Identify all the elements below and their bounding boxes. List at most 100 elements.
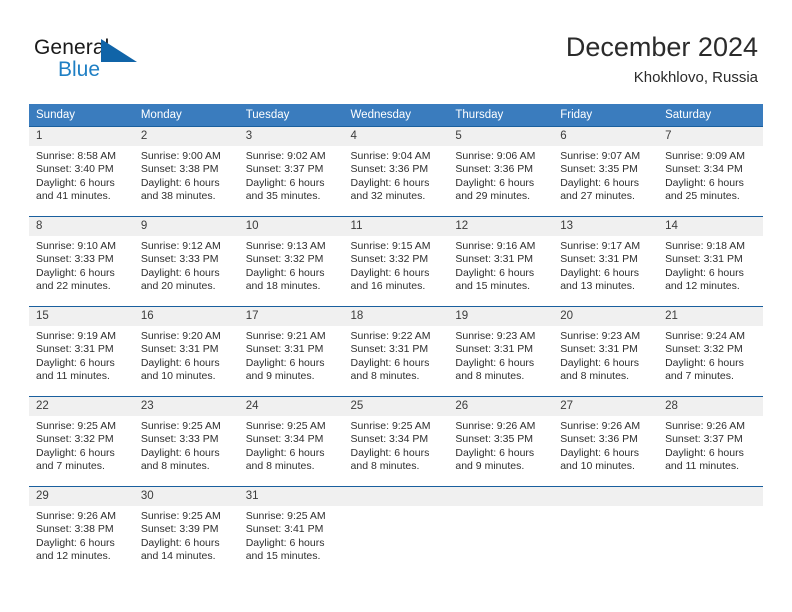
daylight-text-line2: and 15 minutes.	[245, 550, 321, 563]
calendar-day[interactable]: 3 Sunrise: 9:02 AM Sunset: 3:37 PM Daylight…	[238, 126, 344, 210]
daylight-text-line2: and 25 minutes.	[665, 190, 740, 203]
calendar-day[interactable]: 16 Sunrise: 9:20 AM Sunset: 3:31 PM Dayligh…	[133, 306, 239, 390]
sunset-text: Sunset: 3:31 PM	[455, 343, 534, 356]
calendar-day[interactable]: 25 Sunrise: 9:25 AM Sunset: 3:34 PM Dayligh…	[343, 396, 449, 480]
day-details: Sunrise: 9:17 AM Sunset: 3:31 PM Daylight:…	[553, 236, 658, 294]
sunrise-text: Sunrise: 9:25 AM	[350, 420, 431, 432]
day-number: 11	[343, 217, 449, 236]
day-details: Sunrise: 9:09 AM Sunset: 3:34 PM Daylight:…	[658, 146, 763, 204]
calendar-cell: 17 Sunrise: 9:21 AM Sunset: 3:31 PM Dayligh…	[238, 306, 344, 390]
daylight-text-line2: and 18 minutes.	[245, 280, 321, 293]
calendar-day-empty	[343, 486, 449, 570]
day-number: 7	[658, 127, 763, 146]
calendar-day[interactable]: 6 Sunrise: 9:07 AM Sunset: 3:35 PM Daylight…	[553, 126, 659, 210]
calendar-week-row: 8 Sunrise: 9:10 AM Sunset: 3:33 PM Daylight…	[29, 216, 763, 300]
daylight-text-line1: Daylight: 6 hours	[140, 356, 220, 369]
sunset-text: Sunset: 3:31 PM	[560, 343, 638, 356]
day-details: Sunrise: 8:58 AM Sunset: 3:40 PM Daylight:…	[29, 146, 134, 204]
calendar-day[interactable]: 21 Sunrise: 9:24 AM Sunset: 3:32 PM Dayligh…	[658, 306, 763, 390]
sunset-text: Sunset: 3:36 PM	[560, 433, 638, 446]
calendar-day[interactable]: 12 Sunrise: 9:16 AM Sunset: 3:31 PM Dayligh…	[448, 216, 554, 300]
daylight-text-line2: and 8 minutes.	[245, 460, 315, 473]
calendar-day[interactable]: 19 Sunrise: 9:23 AM Sunset: 3:31 PM Dayligh…	[448, 306, 554, 390]
calendar-cell: 21 Sunrise: 9:24 AM Sunset: 3:32 PM Dayligh…	[658, 306, 763, 390]
day-number: 20	[553, 307, 659, 326]
daylight-text-line2: and 9 minutes.	[455, 460, 525, 473]
calendar-cell: 24 Sunrise: 9:25 AM Sunset: 3:34 PM Dayligh…	[238, 396, 344, 480]
calendar-day[interactable]: 23 Sunrise: 9:25 AM Sunset: 3:33 PM Dayligh…	[133, 396, 239, 480]
calendar-day[interactable]: 9 Sunrise: 9:12 AM Sunset: 3:33 PM Daylight…	[133, 216, 239, 300]
sunrise-text: Sunrise: 9:00 AM	[140, 150, 221, 162]
triangle-flag-icon	[101, 39, 137, 62]
calendar-day[interactable]: 27 Sunrise: 9:26 AM Sunset: 3:36 PM Dayligh…	[553, 396, 659, 480]
sunset-text: Sunset: 3:38 PM	[140, 163, 219, 176]
day-number: 15	[29, 307, 134, 326]
calendar-cell: 2 Sunrise: 9:00 AM Sunset: 3:38 PM Daylight…	[133, 126, 239, 210]
day-number: 2	[133, 127, 239, 146]
calendar-day[interactable]: 29 Sunrise: 9:26 AM Sunset: 3:38 PM Dayligh…	[29, 486, 134, 570]
day-details: Sunrise: 9:20 AM Sunset: 3:31 PM Daylight:…	[134, 326, 239, 384]
day-details: Sunrise: 9:24 AM Sunset: 3:32 PM Daylight:…	[658, 326, 763, 384]
calendar-day[interactable]: 17 Sunrise: 9:21 AM Sunset: 3:31 PM Dayligh…	[238, 306, 344, 390]
day-number: 10	[238, 217, 344, 236]
calendar-page: General Blue December 2024 Khokhlovo, Ru…	[0, 0, 792, 612]
calendar-day[interactable]: 4 Sunrise: 9:04 AM Sunset: 3:36 PM Daylight…	[343, 126, 449, 210]
sunset-text: Sunset: 3:32 PM	[36, 433, 114, 446]
weekday-header-tuesday: Tuesday	[238, 104, 344, 126]
daylight-text-line1: Daylight: 6 hours	[350, 176, 430, 189]
calendar-day[interactable]: 24 Sunrise: 9:25 AM Sunset: 3:34 PM Dayligh…	[238, 396, 344, 480]
calendar-day[interactable]: 7 Sunrise: 9:09 AM Sunset: 3:34 PM Daylight…	[658, 126, 763, 210]
calendar-cell	[553, 486, 659, 570]
sunset-text: Sunset: 3:31 PM	[560, 253, 638, 266]
calendar-day[interactable]: 20 Sunrise: 9:23 AM Sunset: 3:31 PM Dayligh…	[553, 306, 659, 390]
calendar-day[interactable]: 8 Sunrise: 9:10 AM Sunset: 3:33 PM Daylight…	[29, 216, 134, 300]
daylight-text-line2: and 12 minutes.	[665, 280, 740, 293]
daylight-text-line2: and 32 minutes.	[350, 190, 426, 203]
daylight-text-line2: and 35 minutes.	[245, 190, 321, 203]
calendar-week-row: 1 Sunrise: 8:58 AM Sunset: 3:40 PM Daylight…	[29, 126, 763, 210]
calendar-day[interactable]: 1 Sunrise: 8:58 AM Sunset: 3:40 PM Daylight…	[29, 126, 134, 210]
calendar-day[interactable]: 10 Sunrise: 9:13 AM Sunset: 3:32 PM Dayligh…	[238, 216, 344, 300]
calendar-cell: 5 Sunrise: 9:06 AM Sunset: 3:36 PM Daylight…	[448, 126, 554, 210]
calendar-day[interactable]: 2 Sunrise: 9:00 AM Sunset: 3:38 PM Daylight…	[133, 126, 239, 210]
day-number	[343, 487, 449, 506]
day-details: Sunrise: 9:25 AM Sunset: 3:34 PM Daylight:…	[239, 416, 344, 474]
sunset-text: Sunset: 3:35 PM	[560, 163, 638, 176]
sunrise-text: Sunrise: 9:23 AM	[455, 330, 536, 342]
calendar-day[interactable]: 31 Sunrise: 9:25 AM Sunset: 3:41 PM Dayligh…	[238, 486, 344, 570]
day-number: 13	[553, 217, 659, 236]
title-block: December 2024 Khokhlovo, Russia	[566, 30, 758, 89]
calendar-day[interactable]: 14 Sunrise: 9:18 AM Sunset: 3:31 PM Dayligh…	[658, 216, 763, 300]
sunrise-text: Sunrise: 9:02 AM	[245, 150, 326, 162]
day-details: Sunrise: 9:25 AM Sunset: 3:32 PM Daylight:…	[29, 416, 134, 474]
calendar-day[interactable]: 5 Sunrise: 9:06 AM Sunset: 3:36 PM Daylight…	[448, 126, 554, 210]
day-details: Sunrise: 9:26 AM Sunset: 3:35 PM Daylight:…	[448, 416, 553, 474]
calendar-cell: 6 Sunrise: 9:07 AM Sunset: 3:35 PM Daylight…	[553, 126, 659, 210]
daylight-text-line2: and 13 minutes.	[560, 280, 635, 293]
daylight-text-line1: Daylight: 6 hours	[560, 176, 640, 189]
day-number: 22	[29, 397, 134, 416]
calendar-day[interactable]: 11 Sunrise: 9:15 AM Sunset: 3:32 PM Dayligh…	[343, 216, 449, 300]
calendar-day[interactable]: 15 Sunrise: 9:19 AM Sunset: 3:31 PM Dayligh…	[29, 306, 134, 390]
daylight-text-line2: and 20 minutes.	[140, 280, 216, 293]
daylight-text-line1: Daylight: 6 hours	[36, 446, 115, 459]
calendar-day[interactable]: 13 Sunrise: 9:17 AM Sunset: 3:31 PM Dayligh…	[553, 216, 659, 300]
sunset-text: Sunset: 3:34 PM	[665, 163, 743, 176]
day-details: Sunrise: 9:19 AM Sunset: 3:31 PM Daylight:…	[29, 326, 134, 384]
calendar-day[interactable]: 18 Sunrise: 9:22 AM Sunset: 3:31 PM Dayligh…	[343, 306, 449, 390]
calendar-cell: 9 Sunrise: 9:12 AM Sunset: 3:33 PM Daylight…	[133, 216, 239, 300]
daylight-text-line1: Daylight: 6 hours	[455, 176, 535, 189]
sunset-text: Sunset: 3:31 PM	[140, 343, 219, 356]
calendar-day[interactable]: 22 Sunrise: 9:25 AM Sunset: 3:32 PM Dayligh…	[29, 396, 134, 480]
calendar-day[interactable]: 26 Sunrise: 9:26 AM Sunset: 3:35 PM Dayligh…	[448, 396, 554, 480]
daylight-text-line2: and 12 minutes.	[36, 550, 111, 563]
day-details: Sunrise: 9:23 AM Sunset: 3:31 PM Daylight:…	[448, 326, 553, 384]
sunset-text: Sunset: 3:33 PM	[36, 253, 114, 266]
calendar-day[interactable]: 30 Sunrise: 9:25 AM Sunset: 3:39 PM Dayligh…	[133, 486, 239, 570]
brand-logo[interactable]: General Blue	[34, 36, 194, 90]
day-number: 28	[658, 397, 763, 416]
calendar-cell: 11 Sunrise: 9:15 AM Sunset: 3:32 PM Dayligh…	[343, 216, 449, 300]
calendar-day[interactable]: 28 Sunrise: 9:26 AM Sunset: 3:37 PM Dayligh…	[658, 396, 763, 480]
calendar-cell: 28 Sunrise: 9:26 AM Sunset: 3:37 PM Dayligh…	[658, 396, 763, 480]
sunrise-text: Sunrise: 9:25 AM	[140, 510, 221, 522]
